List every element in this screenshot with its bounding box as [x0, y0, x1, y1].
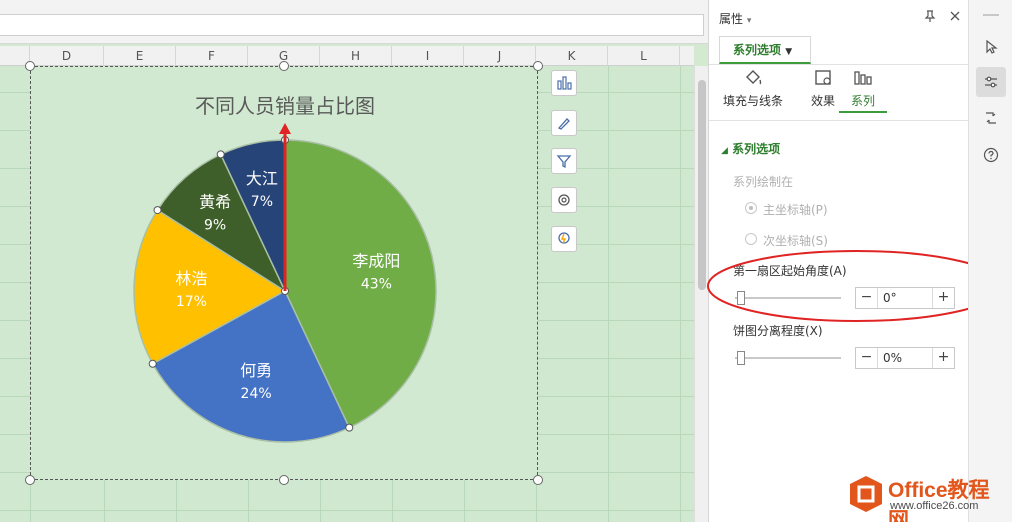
slice-value-label: 24% — [241, 386, 272, 402]
slice-category-label: 李成阳 — [352, 252, 400, 271]
slice-selection-point[interactable] — [153, 206, 162, 215]
panel-title-text: 属性 — [719, 12, 744, 26]
resize-handle-top-right[interactable] — [533, 61, 543, 71]
grid-line — [680, 66, 681, 522]
highlight-ellipse — [707, 250, 1005, 322]
divider — [709, 64, 968, 65]
subtab-series-label: 系列 — [850, 94, 875, 108]
slice-value-label: 7% — [251, 194, 273, 210]
subtab-fill-line[interactable]: 填充与线条 — [717, 68, 789, 109]
sliders-icon — [985, 76, 997, 88]
chart-area[interactable]: 不同人员销量占比图 李成阳 43% 何勇 24% 林浩 17% 黄希 9% 大江 7% — [30, 66, 538, 480]
slice-value-label: 17% — [176, 294, 207, 310]
section-title: 系列选项 — [732, 142, 781, 156]
slice-selection-point[interactable] — [345, 423, 354, 432]
subtab-fill-line-label: 填充与线条 — [722, 94, 783, 108]
column-header-e[interactable]: E — [104, 46, 176, 66]
explosion-slider-thumb[interactable] — [737, 351, 745, 365]
pie-chart: 不同人员销量占比图 李成阳 43% 何勇 24% 林浩 17% 黄希 9% 大江 7% — [133, 94, 437, 443]
chart-style-button[interactable] — [551, 110, 577, 136]
slice-selection-point[interactable] — [216, 150, 225, 159]
fill-bucket-icon — [746, 70, 762, 85]
resize-handle-top[interactable] — [279, 61, 289, 71]
grid-line — [0, 510, 694, 511]
effect-icon — [815, 70, 831, 85]
chart-ideas-button[interactable] — [551, 226, 577, 252]
chart-filter-button[interactable] — [551, 148, 577, 174]
column-header: D E F G H I J K L — [0, 46, 694, 66]
office-logo-icon — [850, 476, 882, 512]
chart-style-icon — [557, 118, 570, 130]
slice-category-label: 何勇 — [240, 361, 272, 380]
chevron-down-icon: ▼ — [785, 47, 793, 57]
slice-category-label: 林浩 — [175, 269, 207, 288]
rail-grip-icon — [983, 14, 999, 16]
help-button[interactable] — [976, 140, 1006, 170]
column-header-k[interactable]: K — [536, 46, 608, 66]
column-header-j[interactable]: J — [464, 46, 536, 66]
secondary-axis-radio[interactable] — [745, 233, 757, 245]
primary-axis-label: 主坐标轴(P) — [763, 203, 828, 217]
grid-line — [608, 66, 609, 522]
formula-bar — [0, 0, 708, 44]
tab-series-options[interactable]: 系列选项 ▼ — [719, 36, 811, 64]
transform-tool-button[interactable] — [976, 103, 1006, 133]
cursor-icon — [986, 39, 998, 54]
collapse-triangle-icon: ◢ — [721, 146, 728, 156]
section-series-options[interactable]: ◢ 系列选项 — [721, 140, 780, 157]
resize-handle-bottom[interactable] — [279, 475, 289, 485]
formula-input[interactable] — [0, 14, 704, 36]
chart-title[interactable]: 不同人员销量占比图 — [195, 94, 375, 118]
subtab-effect-label: 效果 — [810, 94, 835, 108]
explosion-decrement-button[interactable]: − — [856, 348, 878, 368]
column-header-l[interactable]: L — [608, 46, 680, 66]
secondary-axis-label: 次坐标轴(S) — [763, 234, 828, 248]
primary-axis-radio[interactable] — [745, 202, 757, 214]
column-header-d[interactable]: D — [30, 46, 104, 66]
slice-category-label: 黄希 — [199, 193, 231, 212]
explosion-increment-button[interactable]: + — [932, 348, 954, 368]
slice-category-label: 大江 — [246, 169, 278, 188]
resize-handle-bottom-right[interactable] — [533, 475, 543, 485]
plot-on-label: 系列绘制在 — [733, 175, 794, 189]
explosion-spinner[interactable]: − 0% + — [855, 347, 955, 369]
divider — [709, 120, 968, 121]
explosion-slider[interactable] — [735, 357, 841, 359]
resize-handle-bottom-left[interactable] — [25, 475, 35, 485]
transform-icon — [986, 112, 996, 124]
select-tool-button[interactable] — [976, 32, 1006, 62]
help-icon — [983, 147, 999, 163]
series-bars-icon — [854, 71, 872, 85]
resize-handle-top-left[interactable] — [25, 61, 35, 71]
watermark-url: www.office26.com — [890, 500, 979, 512]
column-header-i[interactable]: I — [392, 46, 464, 66]
column-header-f[interactable]: F — [176, 46, 248, 66]
chart-settings-icon — [558, 194, 570, 206]
slice-selection-point[interactable] — [148, 359, 157, 368]
slice-value-label: 43% — [361, 277, 392, 293]
arrow-up-icon — [279, 123, 291, 134]
chart-settings-button[interactable] — [551, 187, 577, 213]
properties-tool-button[interactable] — [976, 67, 1006, 97]
explosion-value[interactable]: 0% — [883, 348, 902, 368]
chart-filter-icon — [556, 155, 572, 169]
panel-title[interactable]: 属性 ▾ — [719, 10, 751, 27]
chart-ideas-icon — [558, 232, 570, 244]
slice-value-label: 9% — [204, 218, 226, 234]
tab-series-options-label: 系列选项 — [733, 43, 782, 57]
chart-elements-button[interactable] — [551, 70, 577, 96]
subtab-series[interactable]: 系列 — [839, 68, 887, 113]
watermark-brand: Office教程网 — [888, 479, 990, 522]
close-icon[interactable] — [948, 9, 962, 23]
chevron-down-icon: ▾ — [746, 16, 752, 26]
right-toolbar — [968, 0, 1012, 522]
column-header-h[interactable]: H — [320, 46, 392, 66]
chart-elements-icon — [557, 76, 572, 90]
watermark: Office教程网 www.office26.com — [848, 470, 1010, 522]
pin-icon[interactable] — [923, 9, 937, 23]
